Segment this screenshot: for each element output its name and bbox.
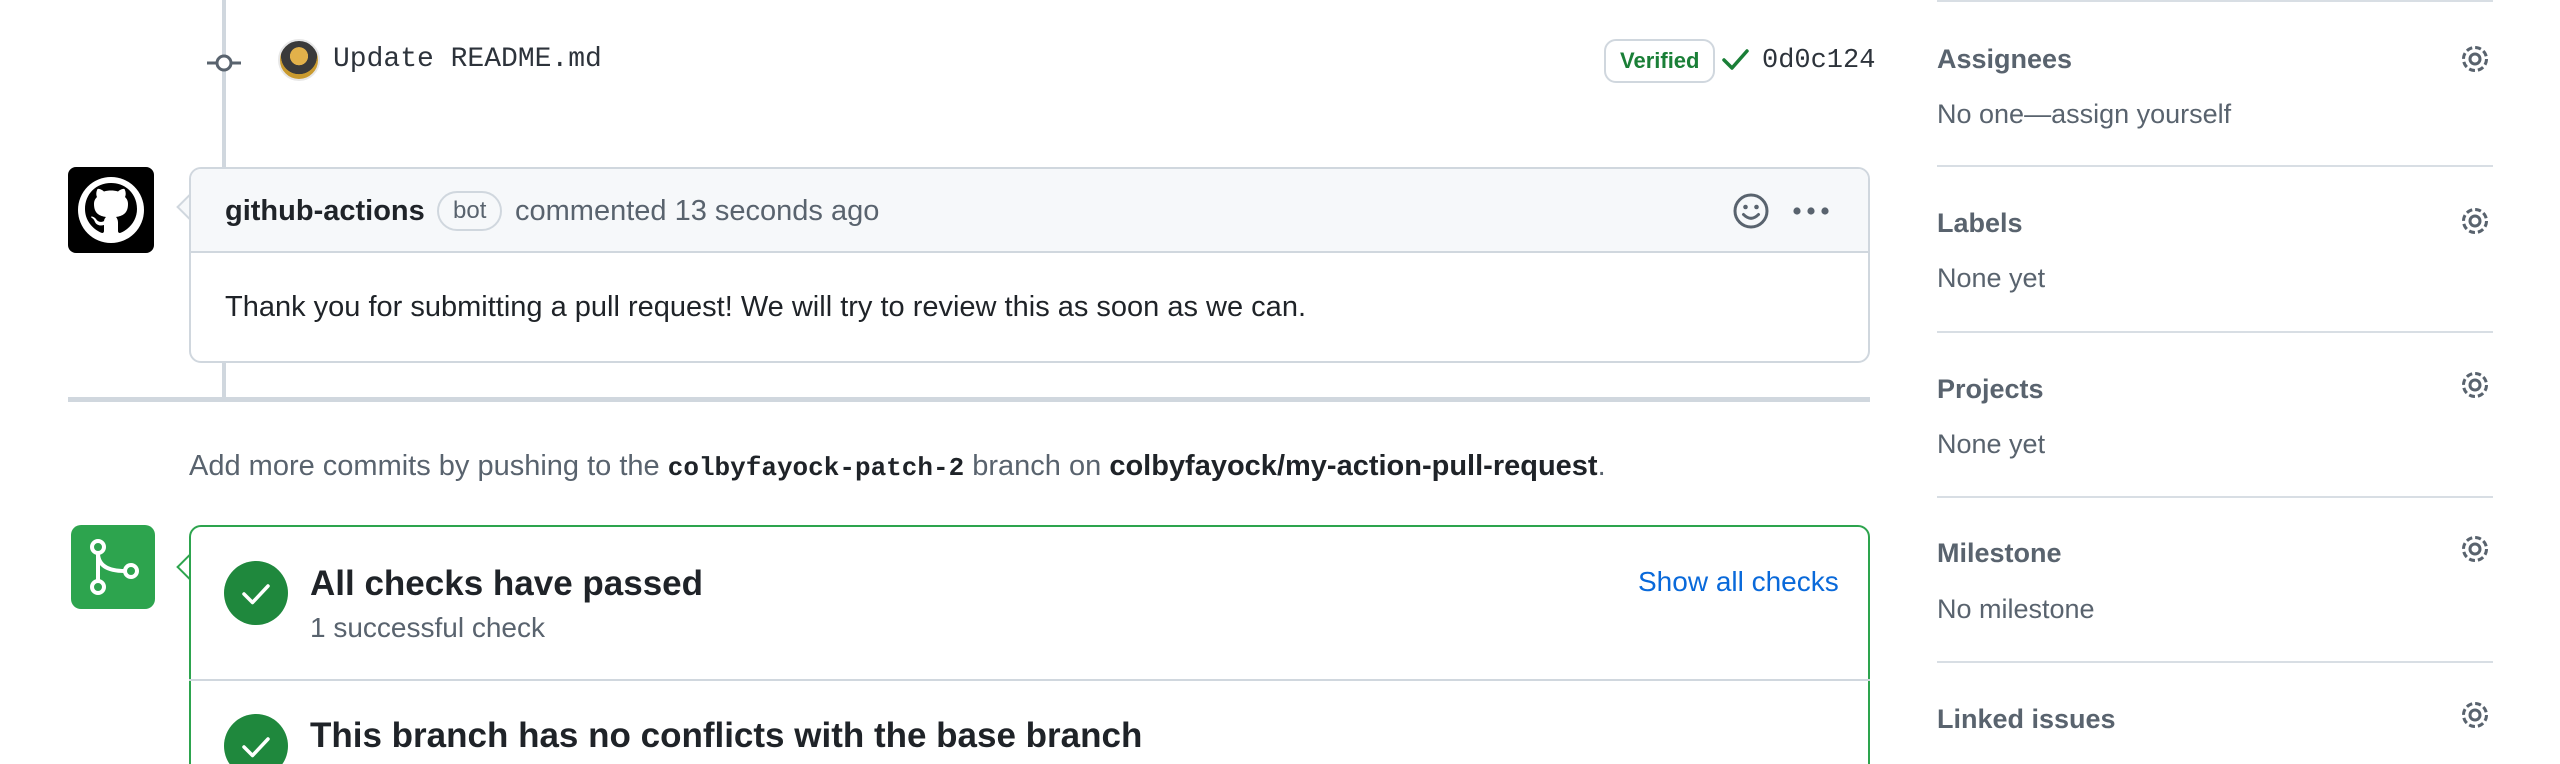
verified-badge[interactable]: Verified: [1604, 39, 1716, 83]
commit-sha-link[interactable]: 0d0c124: [1762, 46, 1875, 76]
push-instructions: Add more commits by pushing to the colby…: [189, 450, 1606, 483]
checks-passed-icon: [224, 561, 288, 625]
milestone-heading[interactable]: Milestone: [1937, 538, 2062, 569]
commit-author-avatar[interactable]: [278, 39, 320, 81]
assignees-heading[interactable]: Assignees: [1937, 44, 2072, 75]
gear-icon[interactable]: [2458, 368, 2492, 402]
push-middle-text: branch on: [972, 450, 1102, 482]
no-conflicts-title: This branch has no conflicts with the ba…: [310, 716, 1143, 755]
gear-icon[interactable]: [2458, 698, 2492, 732]
sidebar-divider: [1937, 0, 2493, 2]
add-reaction-icon[interactable]: [1731, 191, 1771, 231]
sidebar-divider: [1937, 496, 2493, 498]
checks-subtitle: 1 successful check: [310, 612, 545, 643]
labels-value: None yet: [1937, 263, 2046, 293]
bot-badge: bot: [437, 191, 503, 231]
comment-body: Thank you for submitting a pull request!…: [225, 291, 1307, 323]
timeline-line: [222, 363, 226, 399]
git-merge-icon: [90, 539, 139, 595]
checks-title: All checks have passed: [310, 564, 703, 603]
timeline-line: [222, 0, 226, 167]
branch-name[interactable]: colbyfayock-patch-2: [668, 453, 964, 483]
push-suffix-text: .: [1597, 450, 1606, 482]
repo-link[interactable]: colbyfayock/my-action-pull-request: [1109, 450, 1597, 482]
no-conflicts-icon: [224, 714, 288, 764]
github-logo-icon: [78, 177, 144, 243]
comment-header: github-actions bot commented 13 seconds …: [191, 169, 1868, 253]
projects-value: None yet: [1937, 429, 2046, 459]
gear-icon[interactable]: [2458, 42, 2492, 76]
sidebar-divider: [1937, 661, 2493, 663]
check-icon: [242, 584, 270, 605]
linked-issues-heading[interactable]: Linked issues: [1937, 704, 2116, 735]
comment-author-link[interactable]: github-actions: [225, 195, 425, 228]
kebab-menu-icon[interactable]: [1789, 191, 1833, 231]
commit-message-link[interactable]: Update README.md: [333, 44, 602, 75]
comment-timestamp[interactable]: commented 13 seconds ago: [515, 195, 879, 228]
projects-heading[interactable]: Projects: [1937, 374, 2044, 405]
commit-node-icon: [207, 54, 241, 72]
labels-heading[interactable]: Labels: [1937, 208, 2023, 239]
timeline-divider: [68, 397, 1870, 402]
sidebar-divider: [1937, 331, 2493, 333]
gear-icon[interactable]: [2458, 532, 2492, 566]
sidebar-divider: [1937, 165, 2493, 167]
push-prefix-text: Add more commits by pushing to the: [189, 450, 660, 482]
assignees-value[interactable]: No one—assign yourself: [1937, 99, 2231, 130]
merge-box-separator: [189, 679, 1870, 681]
milestone-value: No milestone: [1937, 594, 2095, 624]
check-icon: [242, 737, 270, 758]
github-actions-avatar[interactable]: [68, 167, 154, 253]
show-all-checks-link[interactable]: Show all checks: [1638, 566, 1839, 598]
gear-icon[interactable]: [2458, 204, 2492, 238]
comment-box: github-actions bot commented 13 seconds …: [189, 167, 1870, 363]
merge-status-icon-box: [71, 525, 155, 609]
check-icon: [1722, 49, 1749, 70]
